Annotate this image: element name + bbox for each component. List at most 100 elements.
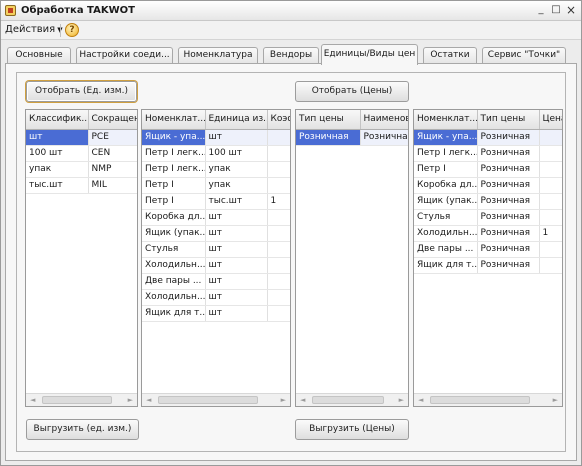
horizontal-scrollbar[interactable]: ◄ ► [296,393,408,406]
table-row[interactable]: Ящик для т... Розничная [414,257,562,274]
table-cell[interactable]: Холодильн... [142,289,206,306]
table-cell[interactable] [267,241,290,258]
table-row[interactable]: тыс.шт MIL [26,177,137,194]
table-cell[interactable]: 1 [267,193,290,210]
table-row[interactable]: Петр I легк... Розничная [414,145,562,162]
scroll-right-icon[interactable]: ► [399,395,404,406]
table-cell[interactable] [267,209,290,226]
table-cell[interactable]: Петр I [414,161,478,178]
table-cell[interactable]: Стулья [414,209,478,226]
table-row[interactable]: Розничная Розничная [296,129,408,146]
table-cell[interactable]: шт [26,129,89,146]
table-cell[interactable]: упак [26,161,89,178]
table-cell[interactable] [267,305,290,322]
table-cell[interactable] [539,129,562,146]
table-cell[interactable]: Розничная [477,193,540,210]
upload-units-button[interactable]: Выгрузить (ед. изм.) [26,419,139,440]
table-cell[interactable]: шт [205,225,268,242]
table-cell[interactable]: 100 шт [205,145,268,162]
table-row[interactable]: Петр I Розничная [414,161,562,178]
table-cell[interactable]: Розничная [477,257,540,274]
price-types-grid[interactable]: Тип цены Наименова Розничная Розничная ◄… [295,109,409,407]
horizontal-scrollbar[interactable]: ◄ ► [26,393,137,406]
table-cell[interactable] [539,241,562,258]
table-cell[interactable] [267,289,290,306]
minimize-icon[interactable]: _ [535,4,547,16]
table-cell[interactable]: шт [205,257,268,274]
tab-nomenclature[interactable]: Номенклатура [178,47,258,64]
table-cell[interactable]: Петр I легк... [142,145,206,162]
table-cell[interactable]: Ящик - упа... [142,129,206,146]
table-cell[interactable]: тыс.шт [205,193,268,210]
table-cell[interactable]: Петр I [142,177,206,194]
close-icon[interactable]: × [565,4,577,16]
table-row[interactable]: Холодильн... шт [142,289,290,306]
table-cell[interactable]: Ящик - упа... [414,129,478,146]
table-cell[interactable]: MIL [88,177,137,194]
scroll-right-icon[interactable]: ► [128,395,133,406]
column-header-short-name[interactable]: Сокращенн... [88,110,137,130]
scroll-left-icon[interactable]: ◄ [418,395,423,406]
table-cell[interactable]: шт [205,209,268,226]
scroll-right-icon[interactable]: ► [281,395,286,406]
table-cell[interactable] [539,177,562,194]
table-cell[interactable] [267,225,290,242]
table-cell[interactable]: PCE [88,129,137,146]
table-row[interactable]: Петр I упак [142,177,290,194]
table-cell[interactable]: NMP [88,161,137,178]
table-cell[interactable]: тыс.шт [26,177,89,194]
table-cell[interactable]: Розничная [477,177,540,194]
column-header-nomenclature[interactable]: Номенклат... [142,110,206,130]
table-row[interactable]: Ящик (упак... Розничная [414,193,562,210]
maximize-icon[interactable]: □ [550,4,562,16]
table-cell[interactable]: CEN [88,145,137,162]
table-cell[interactable]: Коробка дл... [414,177,478,194]
table-cell[interactable]: Розничная [296,129,361,146]
table-cell[interactable]: Холодильн... [414,225,478,242]
table-cell[interactable]: Розничная [477,145,540,162]
horizontal-scrollbar[interactable]: ◄ ► [142,393,290,406]
table-cell[interactable] [267,257,290,274]
table-cell[interactable] [539,209,562,226]
table-cell[interactable]: Ящик (упак... [142,225,206,242]
items-prices-grid[interactable]: Номенклат... Тип цены Цена Ящик - упа...… [413,109,563,407]
table-cell[interactable]: Ящик для т... [142,305,206,322]
table-row[interactable]: Холодильн... шт [142,257,290,274]
tab-service-points[interactable]: Сервис "Точки" [482,47,566,64]
scrollbar-thumb[interactable] [312,396,384,404]
table-row[interactable]: Стулья Розничная [414,209,562,226]
table-row[interactable]: шт PCE [26,129,137,146]
tab-connection-settings[interactable]: Настройки соеди... [76,47,173,64]
horizontal-scrollbar[interactable]: ◄ ► [414,393,562,406]
column-header-classifier[interactable]: Классифик... [26,110,89,130]
table-cell[interactable] [539,257,562,274]
scroll-left-icon[interactable]: ◄ [30,395,35,406]
scroll-left-icon[interactable]: ◄ [146,395,151,406]
table-cell[interactable]: упак [205,161,268,178]
table-cell[interactable] [539,161,562,178]
table-row[interactable]: Ящик - упа... шт [142,129,290,146]
table-cell[interactable]: шт [205,129,268,146]
tab-units-price-types[interactable]: Единицы/Виды цен [321,44,418,65]
table-cell[interactable] [539,193,562,210]
column-header-price-type[interactable]: Тип цены [296,110,361,130]
scrollbar-thumb[interactable] [430,396,530,404]
table-cell[interactable]: Петр I [142,193,206,210]
select-units-button[interactable]: Отобрать (Ед. изм.) [26,81,137,102]
table-row[interactable]: Петр I легк... упак [142,161,290,178]
table-cell[interactable]: 100 шт [26,145,89,162]
help-icon[interactable]: ? [65,23,79,37]
table-cell[interactable]: шт [205,289,268,306]
table-cell[interactable]: шт [205,273,268,290]
table-cell[interactable] [539,145,562,162]
table-cell[interactable]: Две пары ... [414,241,478,258]
table-cell[interactable]: Розничная [477,225,540,242]
table-cell[interactable]: шт [205,305,268,322]
table-cell[interactable]: шт [205,241,268,258]
table-row[interactable]: Холодильн... Розничная 1 [414,225,562,242]
tab-stock[interactable]: Остатки [423,47,477,64]
table-cell[interactable]: 1 [539,225,562,242]
table-cell[interactable] [267,273,290,290]
scrollbar-thumb[interactable] [42,396,112,404]
table-row[interactable]: Две пары ... Розничная [414,241,562,258]
